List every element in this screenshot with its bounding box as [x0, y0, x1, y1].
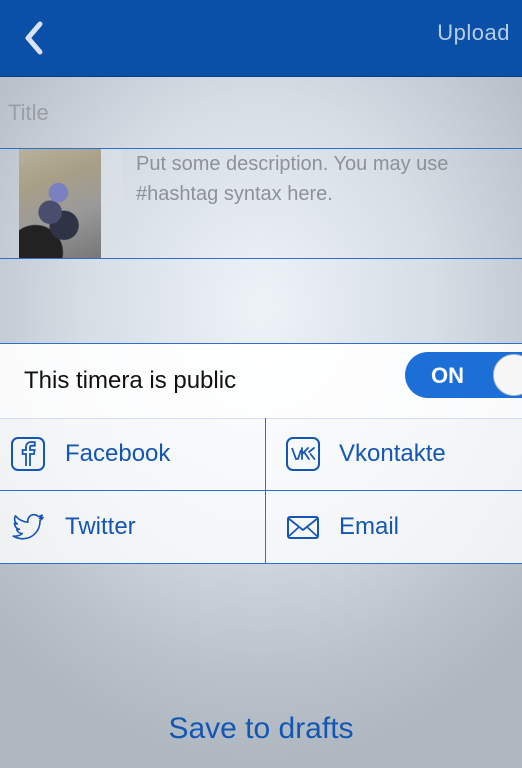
share-email-label: Email [339, 513, 400, 540]
email-icon [287, 516, 319, 539]
toggle-state-label: ON [431, 363, 464, 388]
back-button[interactable] [14, 18, 54, 58]
title-field[interactable] [0, 77, 522, 149]
description-row: Put some description. You may use #hasht… [0, 149, 522, 259]
share-grid: Facebook Vkontakte Twitter Email [0, 418, 522, 564]
share-email-button[interactable]: Email [266, 491, 522, 563]
upload-button[interactable]: Upload [437, 20, 510, 46]
video-thumbnail[interactable] [19, 149, 101, 258]
share-vkontakte-button[interactable]: Vkontakte [266, 418, 522, 490]
toggle-knob [493, 354, 522, 396]
thumbnail-frame [101, 149, 123, 258]
share-facebook-label: Facebook [65, 440, 171, 467]
title-input[interactable] [8, 95, 508, 131]
vkontakte-icon [286, 437, 320, 471]
twitter-icon [12, 513, 44, 540]
public-label: This timera is public [24, 367, 237, 394]
description-input[interactable]: Put some description. You may use #hasht… [136, 149, 516, 209]
facebook-icon [11, 437, 45, 471]
share-facebook-button[interactable]: Facebook [0, 418, 265, 490]
public-setting-row: This timera is public ON [0, 343, 522, 419]
public-toggle[interactable]: ON [405, 352, 522, 398]
chevron-left-icon [25, 21, 43, 55]
save-to-drafts-button[interactable]: Save to drafts [0, 712, 522, 746]
share-twitter-button[interactable]: Twitter [0, 491, 265, 563]
nav-bar: Upload [0, 0, 522, 77]
share-vkontakte-label: Vkontakte [339, 440, 446, 467]
share-twitter-label: Twitter [65, 513, 136, 540]
